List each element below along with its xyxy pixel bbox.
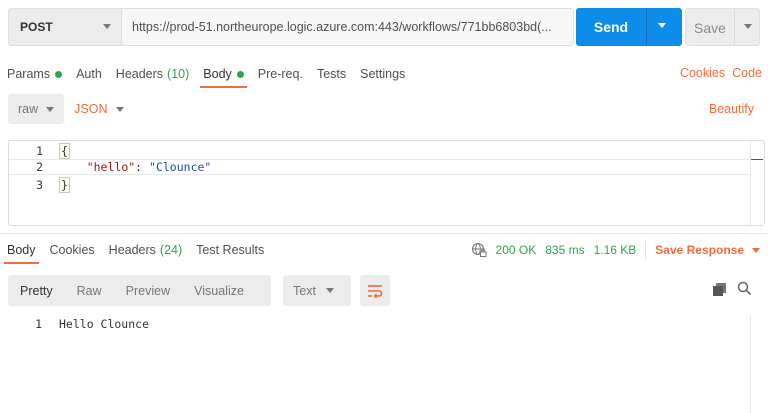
line-number: 2: [36, 160, 43, 174]
editor-line: 3 }: [9, 177, 749, 193]
wrap-lines-button[interactable]: [360, 275, 390, 306]
body-format-label: JSON: [74, 102, 108, 116]
body-mode-label: raw: [18, 102, 39, 116]
response-line: 1 Hello Clounce: [0, 316, 740, 332]
scrollbar-marker: [751, 159, 763, 160]
tab-count: (24): [159, 243, 183, 257]
view-mode-group: Pretty Raw Preview Visualize: [8, 275, 271, 306]
json-colon: :: [135, 160, 150, 174]
view-pretty[interactable]: Pretty: [8, 275, 65, 306]
json-value: "Clounce": [149, 160, 212, 174]
save-label: Save: [694, 20, 726, 36]
status-dot-icon: [236, 70, 244, 78]
body-options: raw JSON: [8, 94, 124, 124]
url-input[interactable]: https://prod-51.northeurope.logic.azure.…: [122, 8, 574, 46]
brace-close: }: [59, 177, 70, 193]
tab-label: Headers: [115, 67, 164, 81]
tab-settings[interactable]: Settings: [360, 60, 405, 88]
tab-label: Body: [7, 243, 36, 257]
send-divider: [646, 8, 647, 46]
tab-label: Test Results: [196, 243, 265, 257]
tab-label: Headers: [108, 243, 156, 257]
line-code: Hello Clounce: [59, 317, 150, 331]
response-format-label: Text: [293, 283, 316, 298]
chevron-down-icon: [325, 288, 334, 293]
copy-icon[interactable]: [713, 283, 726, 296]
body-format-select[interactable]: JSON: [74, 102, 124, 116]
line-number: 1: [35, 317, 42, 331]
editor-scrollbar[interactable]: [750, 141, 764, 225]
line-number: 1: [36, 144, 43, 158]
response-scrollbar[interactable]: [750, 316, 751, 413]
tab-test-results[interactable]: Test Results: [196, 236, 264, 264]
chevron-down-icon: [115, 106, 124, 112]
tab-response-body[interactable]: Body: [4, 236, 38, 264]
method-select[interactable]: POST: [8, 8, 122, 46]
send-label: Send: [593, 19, 629, 35]
tab-response-cookies[interactable]: Cookies: [50, 236, 95, 264]
search-icon[interactable]: [737, 281, 752, 296]
tab-params[interactable]: Params: [7, 60, 63, 88]
tab-label: Auth: [76, 67, 102, 81]
tab-headers[interactable]: Headers (10): [116, 60, 189, 88]
cookies-link[interactable]: Cookies: [680, 66, 725, 80]
view-raw[interactable]: Raw: [65, 275, 114, 306]
send-button[interactable]: Send: [576, 8, 682, 46]
tab-label: Pre-req.: [257, 67, 303, 81]
code-link[interactable]: Code: [732, 66, 762, 80]
response-body-viewer[interactable]: 1 Hello Clounce: [0, 316, 740, 332]
wrap-lines-icon: [368, 284, 383, 298]
response-meta: 200 OK 835 ms 1.16 KB Save Response: [471, 236, 760, 264]
response-time[interactable]: 835 ms: [545, 243, 584, 257]
brace-open: {: [59, 143, 70, 159]
line-number: 3: [36, 178, 43, 192]
tab-label: Params: [7, 67, 51, 81]
request-body-editor[interactable]: 1 { 2 "hello": "Clounce" 3 }: [8, 140, 765, 226]
tab-label: Settings: [360, 67, 406, 81]
save-divider: [734, 9, 735, 45]
json-key: "hello": [86, 160, 136, 174]
url-text: https://prod-51.northeurope.logic.azure.…: [132, 20, 552, 34]
tab-tests[interactable]: Tests: [317, 60, 346, 88]
tab-label: Cookies: [49, 243, 95, 257]
status-dot-icon: [55, 70, 63, 78]
line-code: "hello": "Clounce": [59, 160, 212, 174]
globe-lock-icon[interactable]: [471, 242, 487, 258]
save-response-button[interactable]: Save Response: [655, 243, 760, 257]
view-preview[interactable]: Preview: [114, 275, 182, 306]
tab-body[interactable]: Body: [200, 60, 247, 88]
pane-divider[interactable]: [0, 233, 768, 234]
request-right-links: Cookies Code: [680, 66, 762, 80]
body-mode-select[interactable]: raw: [8, 94, 65, 124]
save-button[interactable]: Save: [685, 8, 760, 46]
status-code[interactable]: 200 OK: [496, 243, 537, 257]
request-bar: POST https://prod-51.northeurope.logic.a…: [8, 8, 760, 46]
view-visualize[interactable]: Visualize: [182, 275, 256, 306]
tab-pre-request[interactable]: Pre-req.: [258, 60, 303, 88]
tab-count: (10): [167, 67, 190, 81]
tab-response-headers[interactable]: Headers (24): [109, 236, 182, 264]
request-tabs: Params Auth Headers (10) Body Pre-req. Te…: [7, 60, 419, 88]
line-code: }: [59, 177, 70, 193]
method-label: POST: [20, 20, 53, 34]
chevron-down-icon: [752, 247, 760, 253]
response-tabs: Body Cookies Headers (24) Test Results: [4, 236, 278, 264]
save-options-chevron-icon[interactable]: [744, 24, 752, 29]
editor-line-active: 2 "hello": "Clounce": [9, 159, 749, 175]
tab-auth[interactable]: Auth: [76, 60, 102, 88]
response-size[interactable]: 1.16 KB: [594, 243, 637, 257]
tab-label: Tests: [316, 67, 347, 81]
beautify-link[interactable]: Beautify: [709, 102, 754, 116]
chevron-down-icon: [46, 106, 55, 112]
save-response-label: Save Response: [655, 243, 744, 257]
editor-line: 1 {: [9, 143, 749, 159]
chevron-down-icon: [103, 24, 111, 29]
meta-divider: [645, 241, 647, 259]
response-format-select[interactable]: Text: [283, 275, 351, 306]
line-code: {: [59, 143, 70, 159]
tab-label: Body: [203, 67, 232, 81]
send-options-chevron-icon[interactable]: [658, 23, 666, 28]
